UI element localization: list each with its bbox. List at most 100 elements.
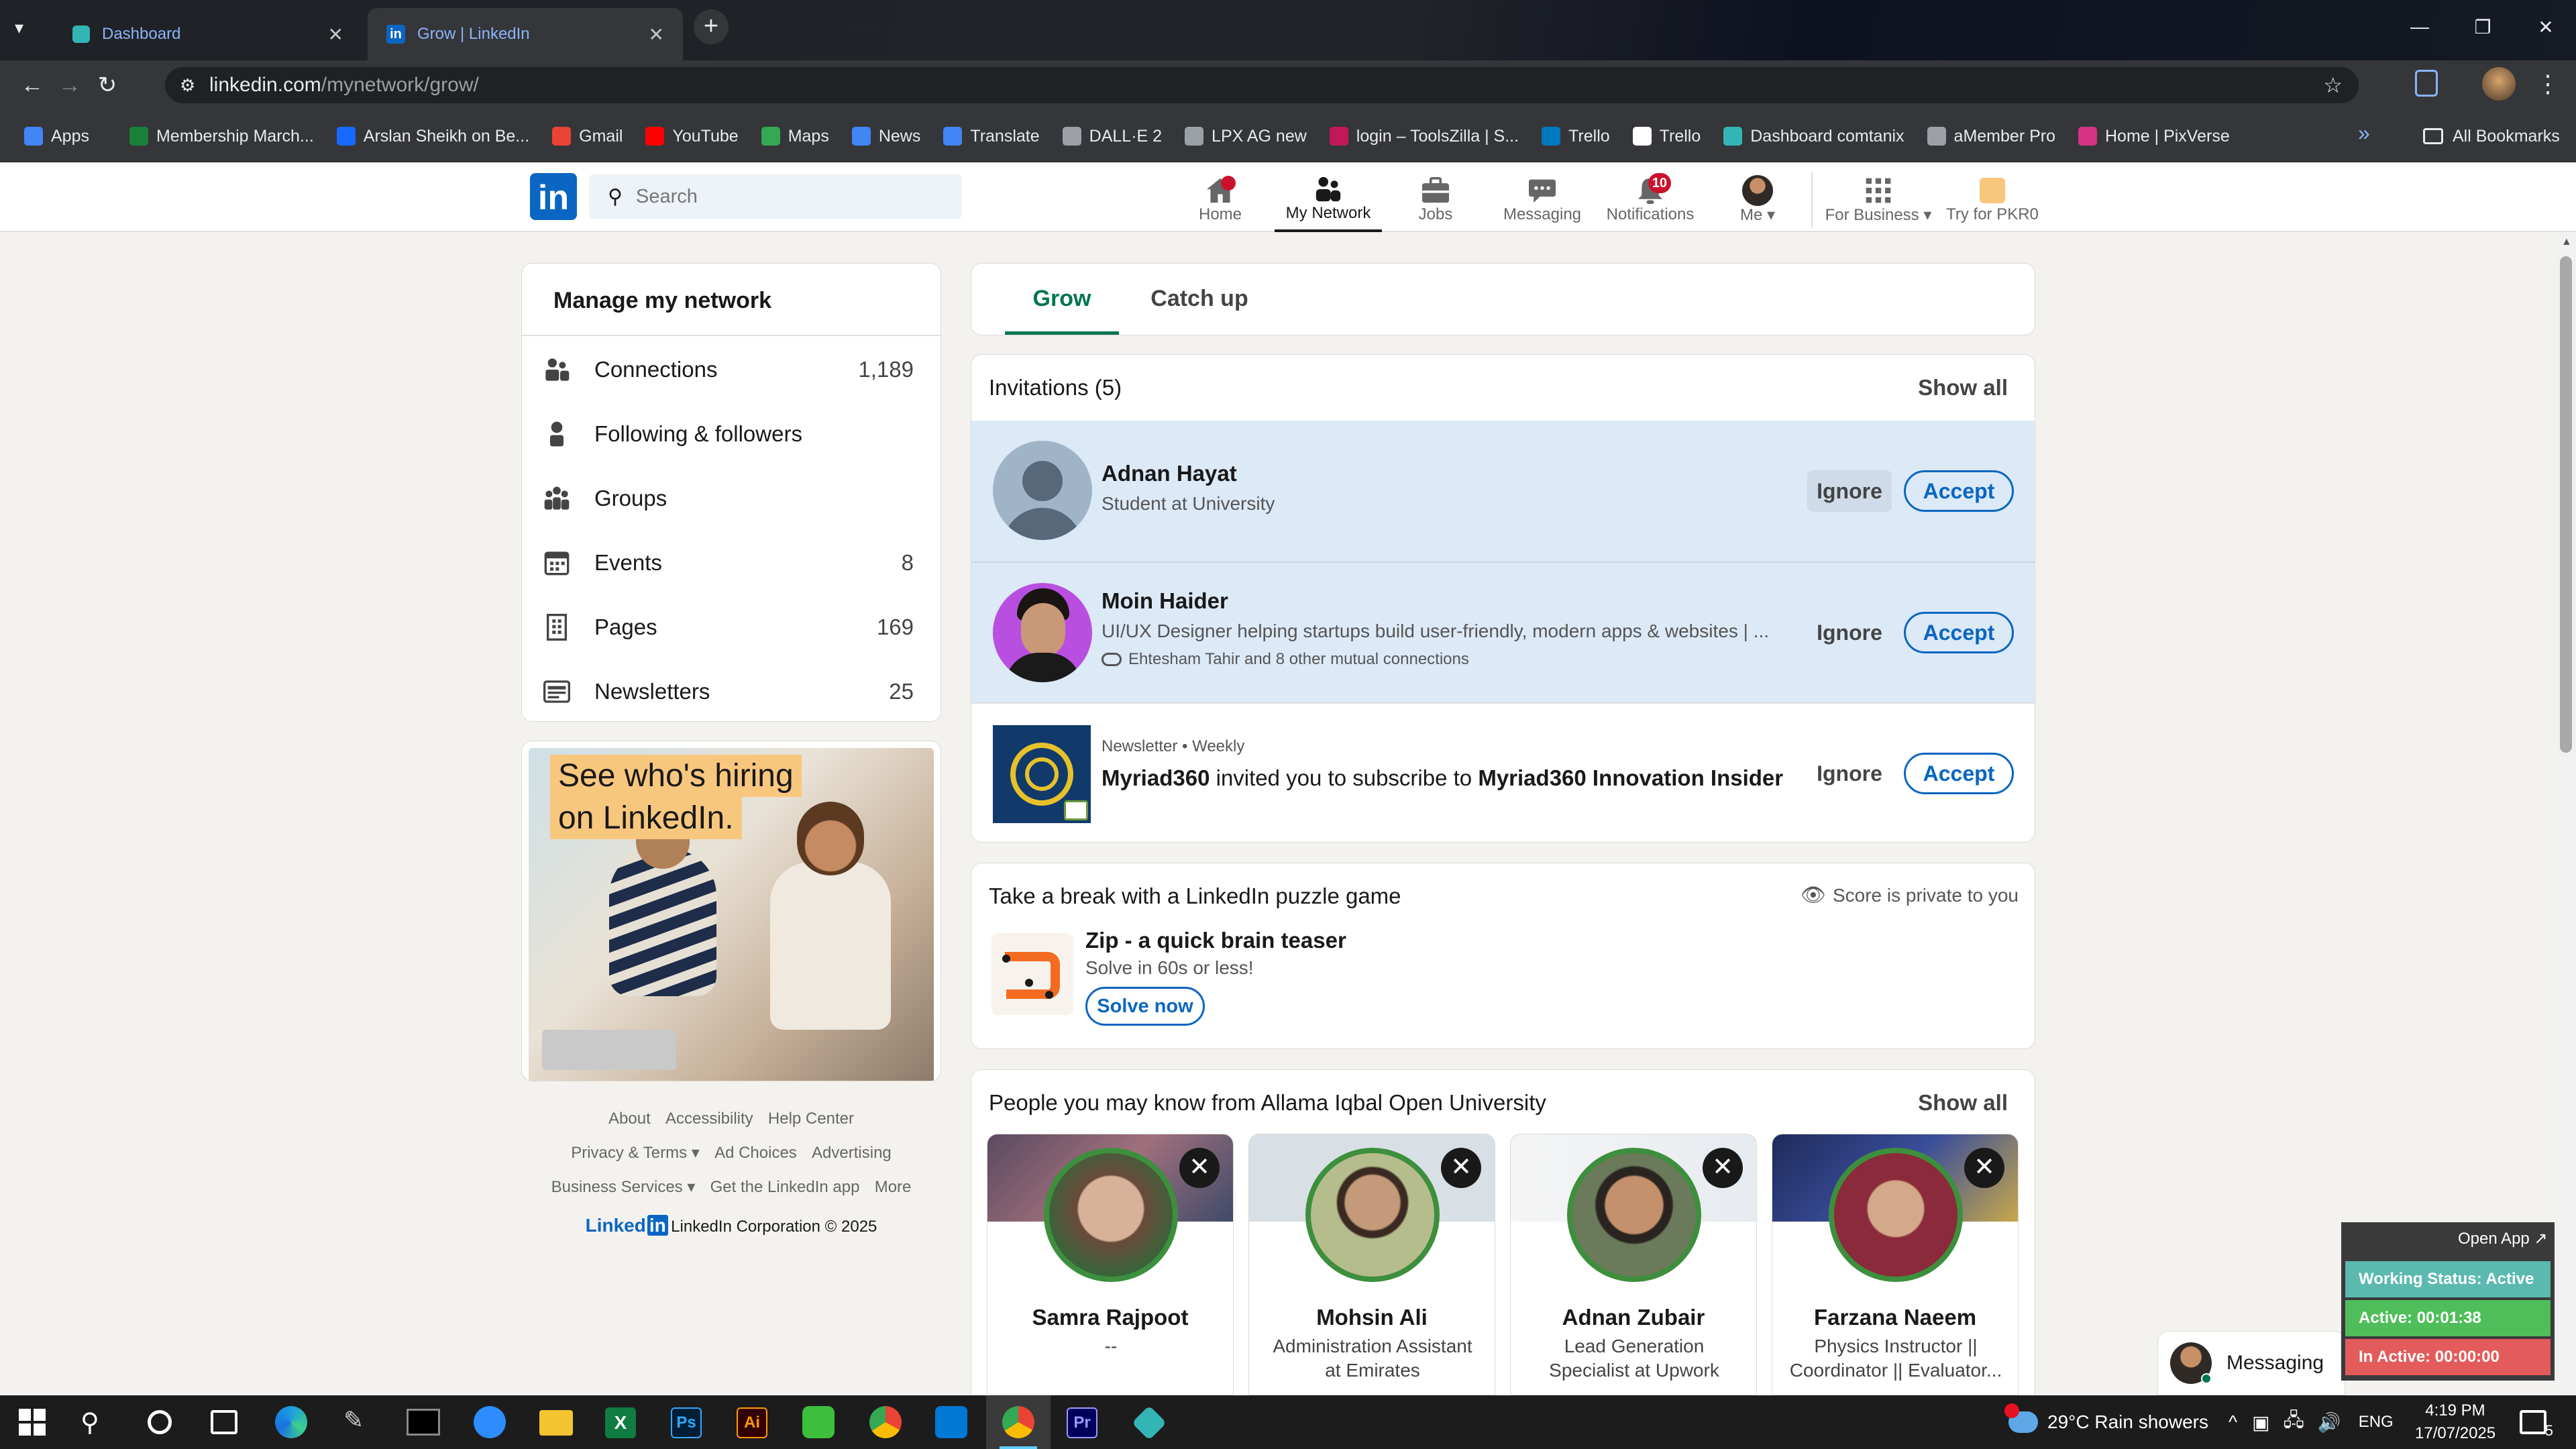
nav-jobs[interactable]: Jobs bbox=[1382, 168, 1489, 232]
footer-business-services[interactable]: Business Services bbox=[551, 1178, 683, 1196]
open-app-button[interactable]: Open App ↗ bbox=[2458, 1229, 2548, 1248]
volume-icon[interactable]: 🔊 bbox=[2318, 1411, 2341, 1434]
close-tab-icon[interactable]: ✕ bbox=[649, 23, 664, 46]
windows-start-icon[interactable] bbox=[19, 1409, 46, 1436]
excel-icon[interactable]: X bbox=[605, 1407, 636, 1438]
person-name[interactable]: Samra Rajpoot bbox=[987, 1305, 1233, 1330]
clock[interactable]: 4:19 PM 17/07/2025 bbox=[2415, 1399, 2496, 1445]
ignore-button[interactable]: Ignore bbox=[1807, 612, 1892, 653]
zip-game-icon[interactable] bbox=[991, 933, 1073, 1015]
weather-widget[interactable]: 29°C Rain showers bbox=[2004, 1395, 2208, 1449]
accept-button[interactable]: Accept bbox=[1904, 612, 2014, 653]
linkedin-logo[interactable]: in bbox=[530, 173, 577, 220]
person-card[interactable]: ✕ Adnan Zubair Lead Generation Specialis… bbox=[1510, 1134, 1757, 1395]
nav-me[interactable]: Me ▾ bbox=[1704, 168, 1811, 232]
search-icon[interactable]: ⚲ bbox=[80, 1407, 99, 1438]
tab-dashboard[interactable]: Dashboard ✕ bbox=[54, 8, 362, 60]
nav-home[interactable]: Home bbox=[1167, 168, 1274, 232]
chrome-active-icon[interactable] bbox=[986, 1395, 1051, 1449]
bookmark-item[interactable]: DALL·E 2 bbox=[1062, 110, 1162, 162]
bookmark-star-icon[interactable]: ☆ bbox=[2323, 67, 2343, 103]
notification-center-icon[interactable]: 5 bbox=[2520, 1410, 2553, 1439]
bookmark-item[interactable]: Apps bbox=[24, 110, 89, 162]
bookmark-item[interactable]: Arslan Sheikh on Be... bbox=[336, 110, 529, 162]
bookmark-item[interactable]: Trello bbox=[1632, 110, 1701, 162]
vscode-icon[interactable] bbox=[935, 1406, 967, 1438]
tab-grow[interactable]: Grow bbox=[1005, 264, 1119, 335]
invitation-name[interactable]: Adnan Hayat bbox=[1102, 461, 1237, 486]
menu-newsletters[interactable]: Newsletters 25 bbox=[522, 659, 941, 724]
dismiss-button[interactable]: ✕ bbox=[1441, 1148, 1481, 1188]
menu-events[interactable]: Events 8 bbox=[522, 531, 941, 595]
close-tab-icon[interactable]: ✕ bbox=[328, 23, 343, 46]
footer-help-center[interactable]: Help Center bbox=[768, 1110, 854, 1128]
tab-catch-up[interactable]: Catch up bbox=[1132, 264, 1267, 335]
tab-linkedin[interactable]: in Grow | LinkedIn ✕ bbox=[368, 8, 683, 60]
newsletter-target[interactable]: Myriad360 Innovation Insider bbox=[1478, 765, 1783, 790]
person-card[interactable]: ✕ Samra Rajpoot -- bbox=[987, 1134, 1234, 1395]
solve-now-button[interactable]: Solve now bbox=[1085, 987, 1205, 1026]
person-card[interactable]: ✕ Mohsin Ali Administration Assistant at… bbox=[1248, 1134, 1495, 1395]
nav-my-network[interactable]: My Network bbox=[1275, 168, 1382, 232]
menu-pages[interactable]: Pages 169 bbox=[522, 595, 941, 659]
bookmark-item[interactable]: login – ToolsZilla | S... bbox=[1329, 110, 1519, 162]
extensions-icon[interactable] bbox=[2415, 70, 2438, 97]
footer-accessibility[interactable]: Accessibility bbox=[665, 1110, 753, 1128]
person-name[interactable]: Adnan Zubair bbox=[1511, 1305, 1756, 1330]
forward-arrow-icon[interactable]: → bbox=[51, 72, 89, 99]
zoom-icon[interactable] bbox=[474, 1406, 506, 1438]
bookmark-item[interactable]: Translate bbox=[943, 110, 1040, 162]
scrollbar-thumb[interactable] bbox=[2560, 256, 2572, 753]
task-view-icon[interactable] bbox=[211, 1410, 237, 1434]
person-card[interactable]: ✕ Farzana Naeem Physics Instructor || Co… bbox=[1772, 1134, 2019, 1395]
ignore-button[interactable]: Ignore bbox=[1807, 753, 1892, 794]
pymk-show-all[interactable]: Show all bbox=[1918, 1090, 2008, 1116]
back-arrow-icon[interactable]: ← bbox=[13, 72, 51, 99]
all-bookmarks[interactable]: All Bookmarks bbox=[2423, 110, 2560, 162]
accept-button[interactable]: Accept bbox=[1904, 753, 2014, 794]
browser-menu-icon[interactable]: ⋮ bbox=[2536, 70, 2560, 98]
newsletter-sender[interactable]: Myriad360 bbox=[1102, 765, 1210, 790]
footer-more[interactable]: More bbox=[875, 1178, 912, 1196]
dismiss-button[interactable]: ✕ bbox=[1703, 1148, 1743, 1188]
game-title[interactable]: Zip - a quick brain teaser bbox=[1085, 928, 1346, 953]
page-scrollbar[interactable]: ▲ bbox=[2556, 232, 2576, 1395]
person-name[interactable]: Mohsin Ali bbox=[1249, 1305, 1495, 1330]
dismiss-button[interactable]: ✕ bbox=[1179, 1148, 1220, 1188]
scroll-up-arrow-icon[interactable]: ▲ bbox=[2561, 236, 2572, 248]
dismiss-button[interactable]: ✕ bbox=[1964, 1148, 2004, 1188]
nav-messaging[interactable]: Messaging bbox=[1489, 168, 1596, 232]
restore-button[interactable]: ❐ bbox=[2451, 16, 2514, 38]
bookmark-item[interactable]: aMember Pro bbox=[1927, 110, 2055, 162]
menu-groups[interactable]: Groups bbox=[522, 466, 941, 531]
menu-following-followers[interactable]: Following & followers bbox=[522, 402, 941, 466]
footer-privacy-terms[interactable]: Privacy & Terms bbox=[571, 1144, 687, 1162]
person-name[interactable]: Farzana Naeem bbox=[1772, 1305, 2018, 1330]
invitation-name[interactable]: Moin Haider bbox=[1102, 588, 1228, 614]
reload-icon[interactable]: ↻ bbox=[89, 72, 126, 99]
profile-avatar[interactable] bbox=[2482, 67, 2516, 101]
minimize-button[interactable]: — bbox=[2388, 16, 2451, 38]
address-bar[interactable]: ⚙ linkedin.com/mynetwork/grow/ ☆ bbox=[165, 67, 2359, 103]
bookmark-item[interactable]: News bbox=[851, 110, 920, 162]
mutual-connections[interactable]: Ehtesham Tahir and 8 other mutual connec… bbox=[1102, 650, 1469, 669]
illustrator-icon[interactable]: Ai bbox=[737, 1407, 767, 1438]
menu-connections[interactable]: Connections 1,189 bbox=[522, 337, 941, 402]
pen-tool-icon[interactable]: ✎ bbox=[343, 1406, 364, 1434]
terminal-icon[interactable] bbox=[407, 1409, 440, 1436]
cortana-icon[interactable] bbox=[148, 1410, 172, 1434]
bookmark-item[interactable]: YouTube bbox=[645, 110, 739, 162]
site-info-icon[interactable]: ⚙ bbox=[180, 67, 195, 103]
meet-now-icon[interactable]: ▣ bbox=[2252, 1411, 2269, 1434]
tab-search-button[interactable]: ▾ bbox=[15, 17, 23, 38]
footer-about[interactable]: About bbox=[608, 1110, 651, 1128]
bookmark-item[interactable]: Maps bbox=[761, 110, 829, 162]
hiring-ad-card[interactable]: See who's hiring on LinkedIn. bbox=[521, 741, 941, 1081]
chrome-icon[interactable] bbox=[869, 1406, 902, 1438]
edge-icon[interactable] bbox=[275, 1406, 307, 1438]
tray-expand-icon[interactable]: ^ bbox=[2229, 1411, 2237, 1433]
footer-advertising[interactable]: Advertising bbox=[812, 1144, 892, 1162]
photoshop-icon[interactable]: Ps bbox=[671, 1407, 702, 1438]
bookmark-item[interactable]: LPX AG new bbox=[1185, 110, 1307, 162]
bookmark-item[interactable]: Dashboard comtanix bbox=[1723, 110, 1904, 162]
